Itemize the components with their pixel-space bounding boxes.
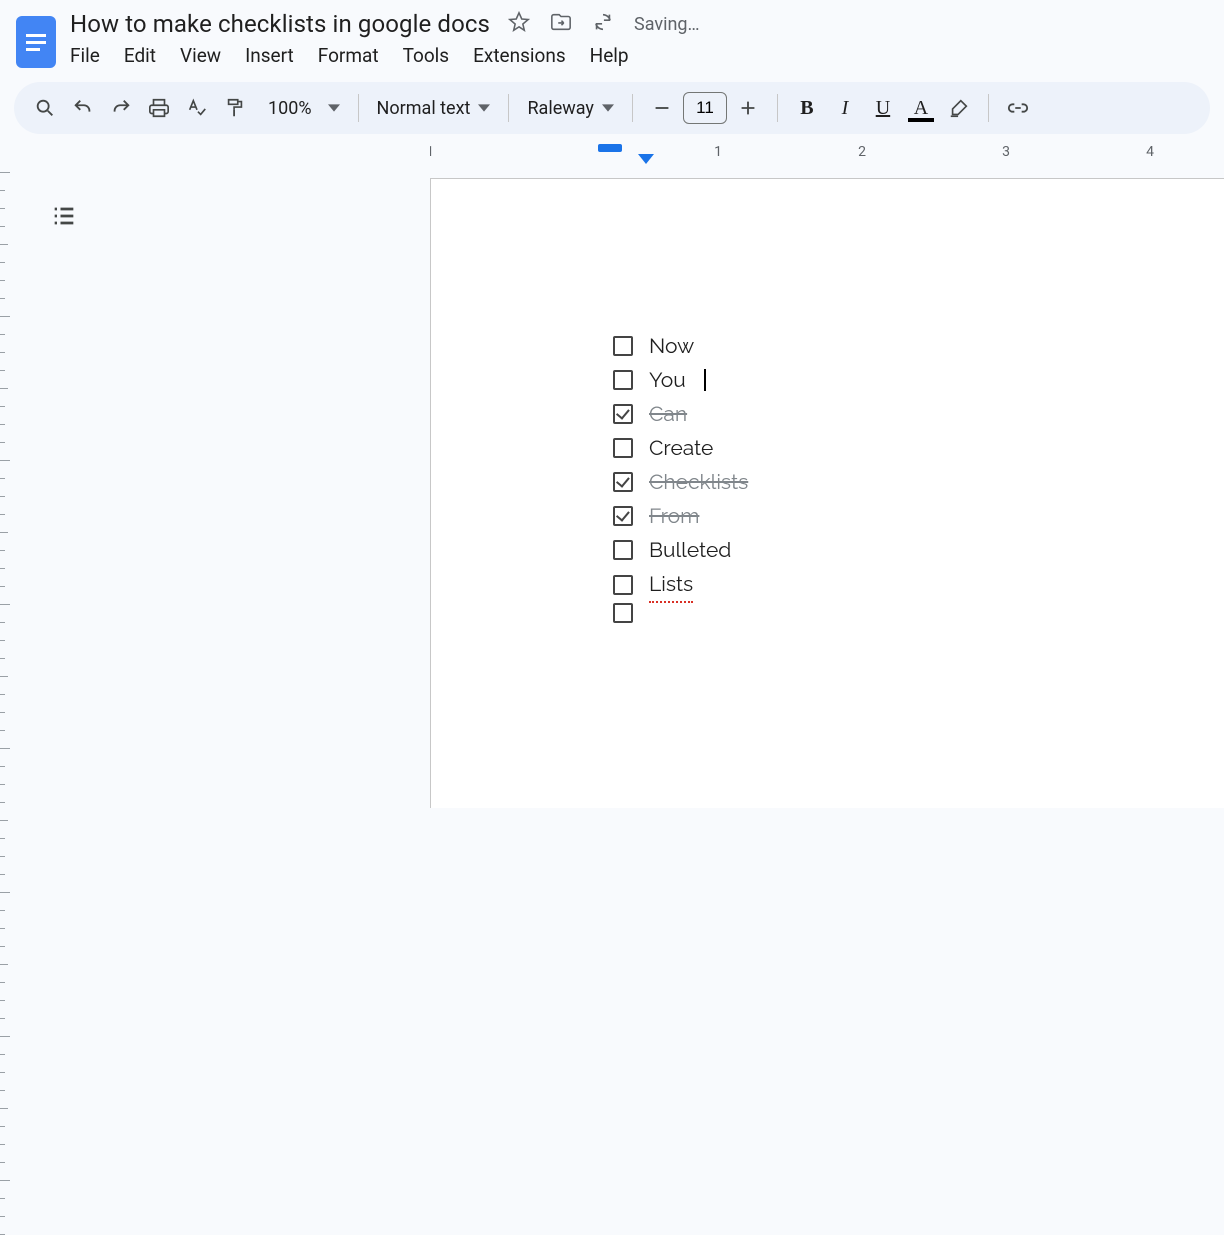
highlight-button[interactable] <box>942 91 976 125</box>
ruler-number: 2 <box>858 144 866 160</box>
font-size-input[interactable] <box>683 92 727 124</box>
redo-icon[interactable] <box>104 91 138 125</box>
document-page[interactable]: NowYouCanCreateChecklistsFromBulletedLis… <box>430 178 1224 808</box>
checklist-item[interactable]: Lists <box>613 567 1224 603</box>
docs-app-icon[interactable] <box>16 16 56 68</box>
toolbar: 100% Normal text Raleway B I U A <box>14 82 1210 134</box>
font-value: Raleway <box>527 98 594 119</box>
ruler-number: 1 <box>430 144 434 160</box>
checklist-item-text[interactable]: Lists <box>649 567 693 603</box>
print-icon[interactable] <box>142 91 176 125</box>
checkbox-icon[interactable] <box>613 540 633 560</box>
search-icon[interactable] <box>28 91 62 125</box>
move-icon[interactable] <box>550 11 572 37</box>
menu-file[interactable]: File <box>70 44 100 67</box>
checkbox-icon[interactable] <box>613 438 633 458</box>
checklist-item[interactable]: Checklists <box>613 465 1224 499</box>
increase-font-icon[interactable] <box>731 91 765 125</box>
checklist-item-text[interactable]: Bulleted <box>649 533 731 567</box>
checklist-item[interactable] <box>613 603 1224 623</box>
checkbox-icon[interactable] <box>613 603 633 623</box>
text-color-button[interactable]: A <box>904 91 938 125</box>
checklist-item-text[interactable]: Checklists <box>649 465 748 499</box>
ruler-number: 4 <box>1146 144 1154 160</box>
font-select[interactable]: Raleway <box>521 98 620 119</box>
menu-extensions[interactable]: Extensions <box>473 44 566 67</box>
paragraph-style-select[interactable]: Normal text <box>371 98 497 119</box>
paragraph-style-value: Normal text <box>377 98 471 119</box>
cloud-sync-icon[interactable] <box>592 11 614 37</box>
undo-icon[interactable] <box>66 91 100 125</box>
star-icon[interactable] <box>508 11 530 37</box>
checklist-item[interactable]: Create <box>613 431 1224 465</box>
doc-title[interactable]: How to make checklists in google docs <box>70 10 490 38</box>
zoom-select[interactable]: 100% <box>262 98 318 119</box>
checklist-item[interactable]: Now <box>613 329 1224 363</box>
checklist: NowYouCanCreateChecklistsFromBulletedLis… <box>613 329 1224 623</box>
horizontal-ruler[interactable]: 1 1 2 3 4 <box>430 144 1224 172</box>
save-status: Saving… <box>634 14 700 35</box>
checklist-item-text[interactable]: Create <box>649 431 713 465</box>
ruler-number: 3 <box>1002 144 1010 160</box>
checklist-item[interactable]: You <box>613 363 1224 397</box>
menu-help[interactable]: Help <box>590 44 629 67</box>
checklist-item-text[interactable]: Now <box>649 329 694 363</box>
menu-insert[interactable]: Insert <box>245 44 294 67</box>
checkbox-icon[interactable] <box>613 370 633 390</box>
italic-button[interactable]: I <box>828 91 862 125</box>
outline-toggle-icon[interactable] <box>48 200 80 232</box>
spellcheck-icon[interactable] <box>180 91 214 125</box>
checklist-item-text[interactable]: From <box>649 499 699 533</box>
insert-link-icon[interactable] <box>1001 91 1035 125</box>
checklist-item-text[interactable]: Can <box>649 397 687 431</box>
menu-view[interactable]: View <box>180 44 221 67</box>
checklist-item[interactable]: From <box>613 499 1224 533</box>
paint-format-icon[interactable] <box>218 91 252 125</box>
menu-bar: File Edit View Insert Format Tools Extensions H… <box>70 44 1208 67</box>
checklist-item[interactable]: Can <box>613 397 1224 431</box>
checkbox-icon[interactable] <box>613 336 633 356</box>
menu-edit[interactable]: Edit <box>124 44 156 67</box>
ruler-number: 1 <box>714 144 722 160</box>
checkbox-icon[interactable] <box>613 404 633 424</box>
zoom-value: 100% <box>268 98 312 119</box>
vertical-ruler[interactable] <box>0 172 14 812</box>
checkbox-icon[interactable] <box>613 575 633 595</box>
menu-format[interactable]: Format <box>318 44 379 67</box>
checkbox-icon[interactable] <box>613 506 633 526</box>
checkbox-icon[interactable] <box>613 472 633 492</box>
bold-button[interactable]: B <box>790 91 824 125</box>
decrease-font-icon[interactable] <box>645 91 679 125</box>
checklist-item[interactable]: Bulleted <box>613 533 1224 567</box>
caret-down-icon[interactable] <box>328 102 340 114</box>
checklist-item-text[interactable]: You <box>649 363 686 397</box>
underline-button[interactable]: U <box>866 91 900 125</box>
text-cursor <box>704 369 706 391</box>
menu-tools[interactable]: Tools <box>403 44 450 67</box>
